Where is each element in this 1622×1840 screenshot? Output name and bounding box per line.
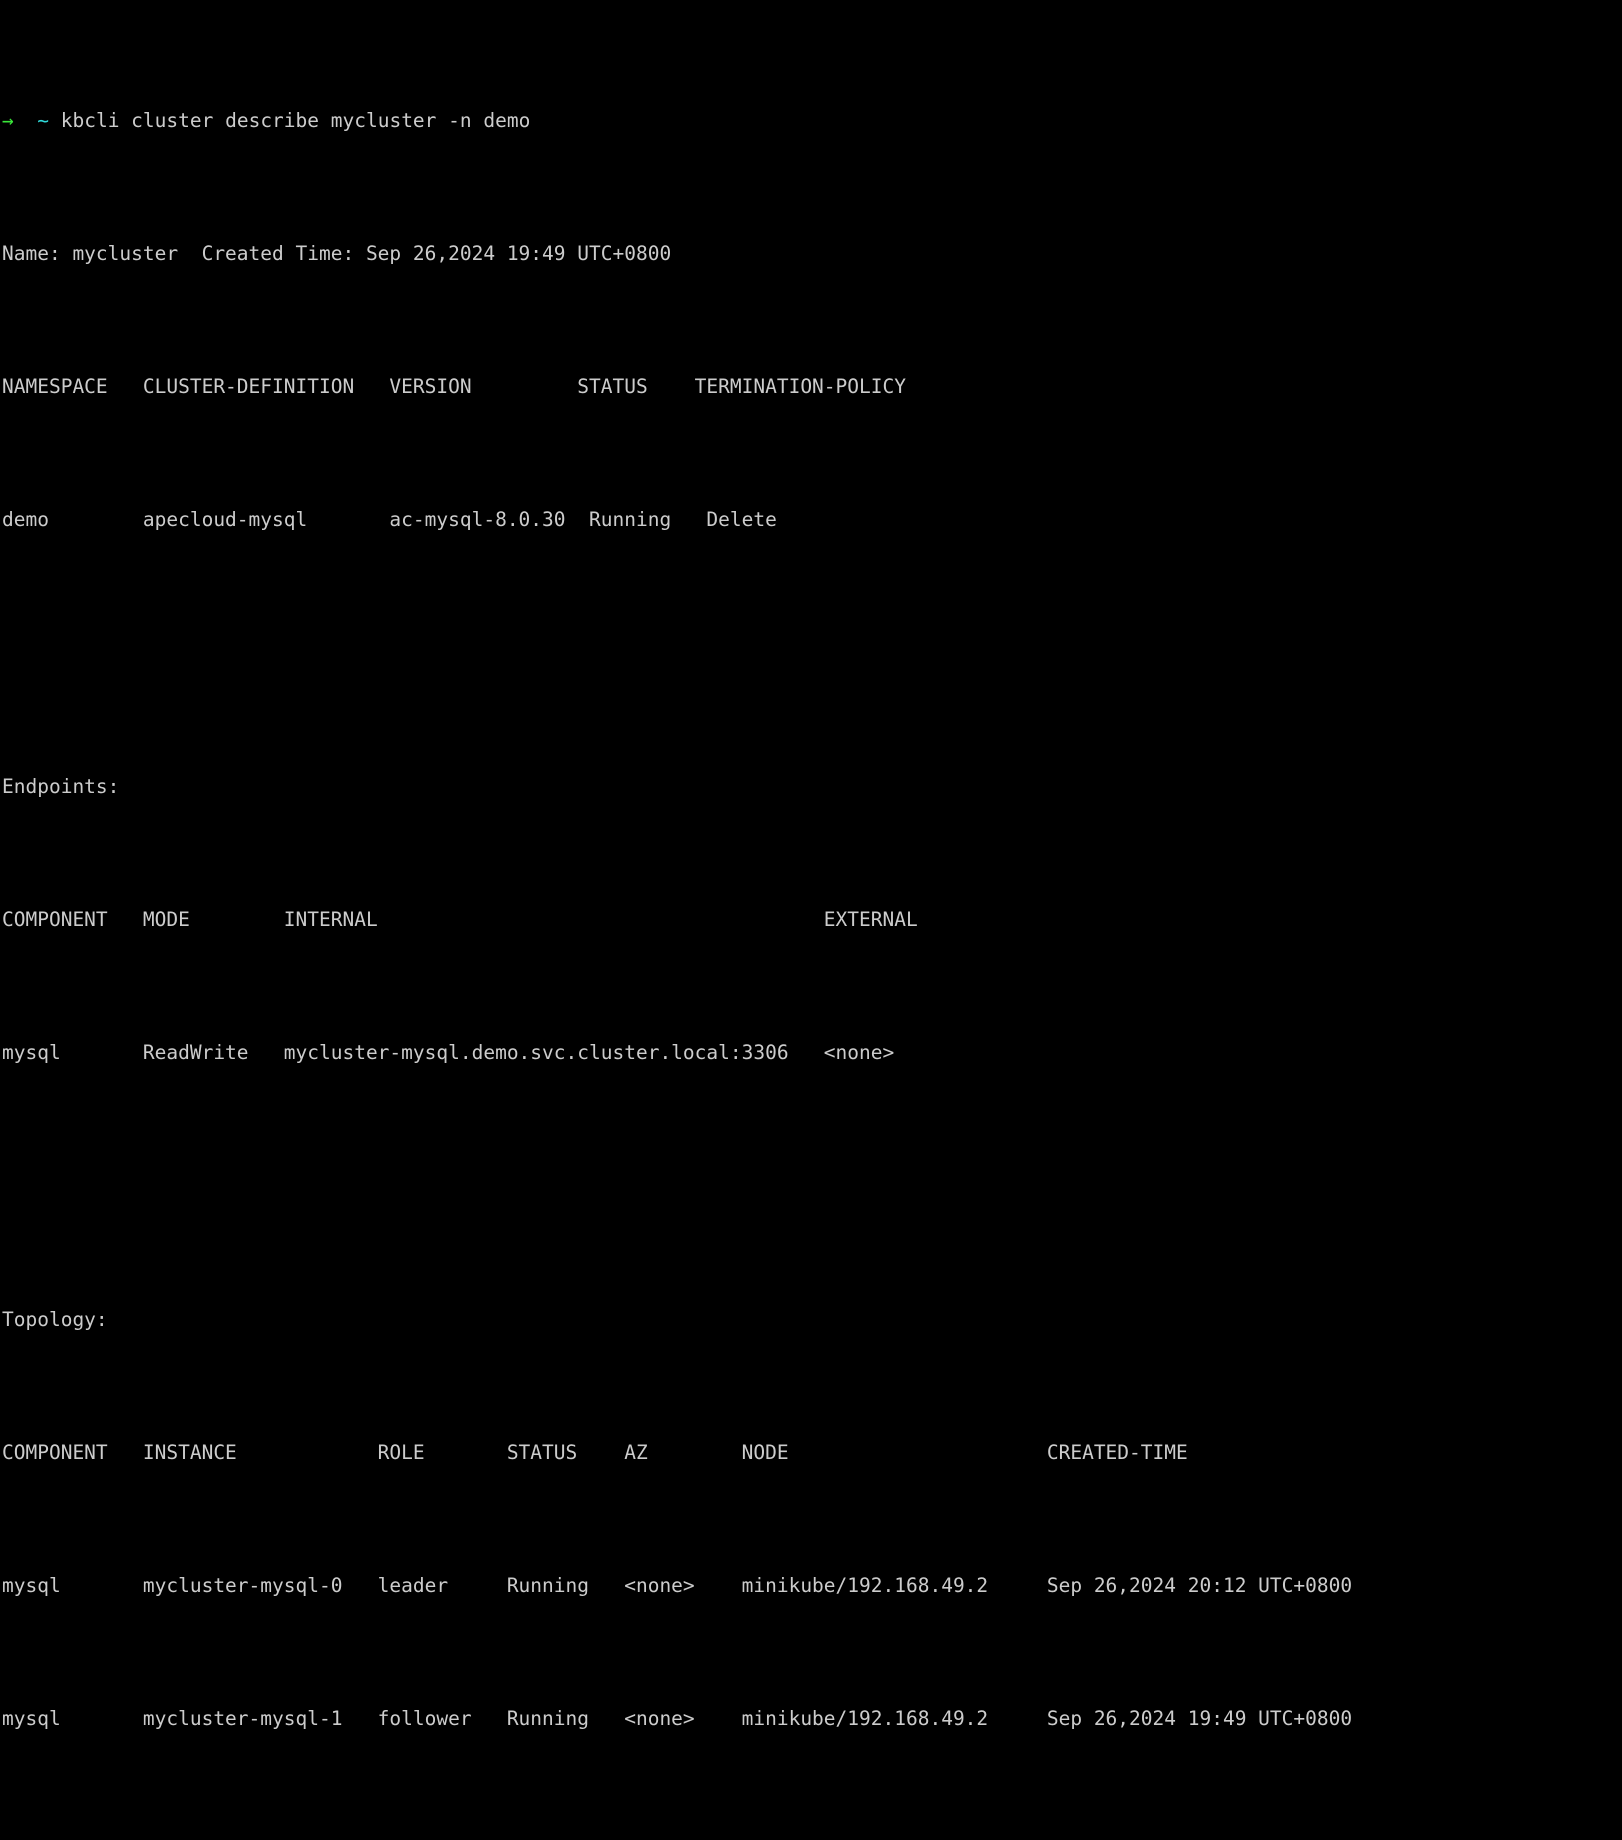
terminal-window[interactable]: → ~ kbcli cluster describe mycluster -n … (0, 0, 1622, 1730)
cluster-table-header: NAMESPACE CLUSTER-DEFINITION VERSION STA… (2, 375, 906, 399)
endpoints-title: Endpoints: (2, 774, 120, 798)
endpoints-table-row: mysql ReadWrite mycluster-mysql.demo.svc… (2, 1041, 895, 1065)
cluster-table-row: demo apecloud-mysql ac-mysql-8.0.30 Runn… (2, 508, 777, 532)
topology-title: Topology: (2, 1307, 108, 1331)
topology-table-row: mysql mycluster-mysql-1 follower Running… (2, 1707, 1353, 1731)
prompt-spacer-2 (49, 109, 61, 132)
command-text: kbcli cluster describe mycluster -n demo (60, 108, 531, 132)
topology-table-header: COMPONENT INSTANCE ROLE STATUS AZ NODE C… (2, 1440, 1188, 1464)
prompt-arrow-icon: → (2, 108, 14, 132)
prompt-spacer (14, 109, 37, 132)
topology-table-row: mysql mycluster-mysql-2 follower Running… (2, 1835, 1622, 1840)
cluster-summary-line: Name: mycluster Created Time: Sep 26,202… (2, 242, 672, 266)
prompt-line: → ~ kbcli cluster describe mycluster -n … (2, 104, 1622, 137)
topology-table-row: mysql mycluster-mysql-0 leader Running <… (2, 1573, 1353, 1597)
prompt-tilde-icon: ~ (37, 108, 49, 132)
